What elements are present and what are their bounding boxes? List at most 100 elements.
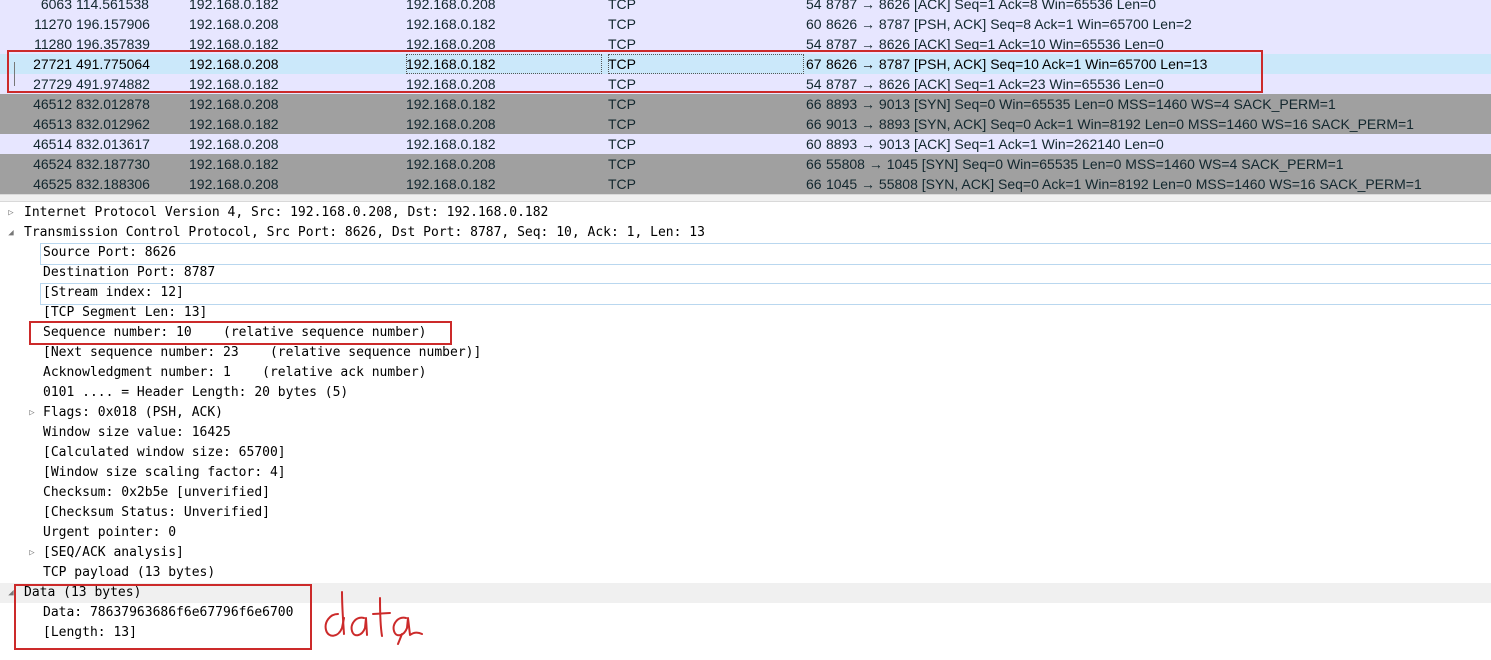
packet-time: 832.013617	[76, 136, 150, 152]
packet-info: 55808 → 1045 [SYN] Seq=0 Win=65535 Len=0…	[826, 156, 1344, 172]
packet-row[interactable]: 46514 832.013617 192.168.0.208 192.168.0.18…	[0, 134, 1491, 154]
packet-time: 114.561538	[76, 0, 149, 12]
packet-number: 27729	[33, 76, 72, 92]
packet-time: 196.157906	[76, 16, 150, 32]
packet-list[interactable]: 6063 114.561538 192.168.0.182 192.168.0.208…	[0, 0, 1491, 194]
packet-protocol: TCP	[608, 116, 636, 132]
packet-source: 192.168.0.182	[189, 116, 279, 132]
collapsed-arrow-icon[interactable]: ▷	[27, 403, 37, 423]
packet-time: 491.775064	[76, 56, 150, 72]
packet-time: 832.012962	[76, 116, 150, 132]
detail-row[interactable]: ▷ Internet Protocol Version 4, Src: 192.1…	[0, 203, 1491, 223]
packet-destination: 192.168.0.208	[406, 76, 496, 92]
detail-row-text: Transmission Control Protocol, Src Port:…	[24, 225, 705, 240]
packet-protocol: TCP	[608, 156, 636, 172]
packet-info: 8626 → 8787 [PSH, ACK] Seq=10 Ack=1 Win=…	[826, 56, 1208, 72]
expanded-arrow-icon[interactable]: ◢	[6, 583, 16, 603]
packet-source: 192.168.0.208	[189, 96, 279, 112]
detail-row[interactable]: [Length: 13]	[0, 623, 1491, 643]
detail-row[interactable]: [Window size scaling factor: 4]	[0, 463, 1491, 483]
detail-row-text: Sequence number: 10 (relative sequence n…	[43, 325, 427, 340]
packet-protocol: TCP	[608, 16, 636, 32]
packet-source: 192.168.0.208	[189, 176, 279, 192]
detail-row[interactable]: [TCP Segment Len: 13]	[0, 303, 1491, 323]
packet-protocol: TCP	[608, 76, 636, 92]
packet-destination: 192.168.0.182	[406, 96, 496, 112]
detail-row[interactable]: Urgent pointer: 0	[0, 523, 1491, 543]
packet-info: 9013 → 8893 [SYN, ACK] Seq=0 Ack=1 Win=8…	[826, 116, 1414, 132]
detail-row[interactable]: Source Port: 8626	[0, 243, 1491, 263]
detail-row[interactable]: ◢ Data (13 bytes)	[0, 583, 1491, 603]
expanded-arrow-icon[interactable]: ◢	[6, 223, 16, 243]
packet-source: 192.168.0.182	[189, 76, 279, 92]
detail-row[interactable]: 0101 .... = Header Length: 20 bytes (5)	[0, 383, 1491, 403]
detail-row-text: Data: 78637963686f6e67796f6e6700	[43, 605, 294, 620]
packet-row[interactable]: 46513 832.012962 192.168.0.182 192.168.0.20…	[0, 114, 1491, 134]
detail-row-text: Destination Port: 8787	[43, 265, 216, 280]
packet-row[interactable]: 27729 491.974882 192.168.0.182 192.168.0.20…	[0, 74, 1491, 94]
collapsed-arrow-icon[interactable]: ▷	[6, 203, 16, 223]
packet-destination: 192.168.0.208	[406, 116, 496, 132]
detail-row[interactable]: ◢ Transmission Control Protocol, Src Port…	[0, 223, 1491, 243]
packet-row[interactable]: 6063 114.561538 192.168.0.182 192.168.0.208…	[0, 0, 1491, 14]
detail-row-text: TCP payload (13 bytes)	[43, 565, 216, 580]
pane-splitter[interactable]	[0, 194, 1491, 202]
packet-info: 8787 → 8626 [ACK] Seq=1 Ack=10 Win=65536…	[826, 36, 1164, 52]
detail-row[interactable]: ▷ [SEQ/ACK analysis]	[0, 543, 1491, 563]
detail-row[interactable]: Data: 78637963686f6e67796f6e6700	[0, 603, 1491, 623]
detail-row[interactable]: Window size value: 16425	[0, 423, 1491, 443]
packet-info: 8893 → 9013 [SYN] Seq=0 Win=65535 Len=0 …	[826, 96, 1336, 112]
detail-row-text: Urgent pointer: 0	[43, 525, 177, 540]
detail-row-text: Internet Protocol Version 4, Src: 192.16…	[24, 205, 549, 220]
detail-row-text: 0101 .... = Header Length: 20 bytes (5)	[43, 385, 349, 400]
annotation-handwritten-label	[324, 591, 423, 645]
detail-row-text: Checksum: 0x2b5e [unverified]	[43, 485, 270, 500]
packet-details-tree[interactable]: ▷ Internet Protocol Version 4, Src: 192.1…	[0, 203, 1491, 660]
packet-info: 8893 → 9013 [ACK] Seq=1 Ack=1 Win=262140…	[826, 136, 1164, 152]
packet-time: 832.188306	[76, 176, 150, 192]
detail-row-text: [SEQ/ACK analysis]	[43, 545, 184, 560]
packet-source: 192.168.0.182	[189, 0, 279, 12]
packet-number: 46524	[33, 156, 72, 172]
detail-row[interactable]: Checksum: 0x2b5e [unverified]	[0, 483, 1491, 503]
packet-destination: 192.168.0.208	[406, 156, 496, 172]
packet-row[interactable]: 11270 196.157906 192.168.0.208 192.168.0.18…	[0, 14, 1491, 34]
detail-row[interactable]: [Stream index: 12]	[0, 283, 1491, 303]
packet-protocol: TCP	[608, 0, 636, 12]
packet-info: 8787 → 8626 [ACK] Seq=1 Ack=8 Win=65536 …	[826, 0, 1157, 12]
detail-row[interactable]: ▷ Flags: 0x018 (PSH, ACK)	[0, 403, 1491, 423]
detail-row[interactable]: [Checksum Status: Unverified]	[0, 503, 1491, 523]
packet-number: 11280	[34, 36, 72, 52]
detail-row[interactable]: Acknowledgment number: 1 (relative ack n…	[0, 363, 1491, 383]
packet-time: 196.357839	[76, 36, 150, 52]
packet-protocol: TCP	[608, 54, 804, 74]
packet-row[interactable]: 46524 832.187730 192.168.0.182 192.168.0.20…	[0, 154, 1491, 174]
detail-row-text: [Stream index: 12]	[43, 285, 184, 300]
packet-row[interactable]: 46512 832.012878 192.168.0.208 192.168.0.18…	[0, 94, 1491, 114]
detail-row[interactable]: Destination Port: 8787	[0, 263, 1491, 283]
packet-row-selected[interactable]: 27721 491.775064 192.168.0.208 192.168.0.18…	[0, 54, 1491, 74]
packet-protocol: TCP	[608, 36, 636, 52]
detail-row[interactable]: [Next sequence number: 23 (relative sequ…	[0, 343, 1491, 363]
packet-number: 27721	[33, 56, 72, 72]
detail-row-text: Window size value: 16425	[43, 425, 231, 440]
detail-row[interactable]: [Calculated window size: 65700]	[0, 443, 1491, 463]
collapsed-arrow-icon[interactable]: ▷	[27, 543, 37, 563]
packet-time: 491.974882	[76, 76, 150, 92]
detail-row-text: [Next sequence number: 23 (relative sequ…	[43, 345, 482, 360]
packet-number: 46512	[33, 96, 72, 112]
packet-source: 192.168.0.182	[189, 156, 279, 172]
packet-destination: 192.168.0.182	[406, 136, 496, 152]
packet-info: 1045 → 55808 [SYN, ACK] Seq=0 Ack=1 Win=…	[826, 176, 1422, 192]
packet-row[interactable]: 46525 832.188306 192.168.0.208 192.168.0.18…	[0, 174, 1491, 194]
detail-row-text: Flags: 0x018 (PSH, ACK)	[43, 405, 224, 420]
detail-row-text: Acknowledgment number: 1 (relative ack n…	[43, 365, 427, 380]
packet-row[interactable]: 11280 196.357839 192.168.0.182 192.168.0.20…	[0, 34, 1491, 54]
packet-number: 46513	[33, 116, 72, 132]
packet-protocol: TCP	[608, 96, 636, 112]
detail-row-text: Data (13 bytes)	[24, 585, 142, 600]
detail-row[interactable]: Sequence number: 10 (relative sequence n…	[0, 323, 1491, 343]
detail-row-text: [TCP Segment Len: 13]	[43, 305, 208, 320]
detail-row[interactable]: TCP payload (13 bytes)	[0, 563, 1491, 583]
detail-row-text: Source Port: 8626	[43, 245, 177, 260]
